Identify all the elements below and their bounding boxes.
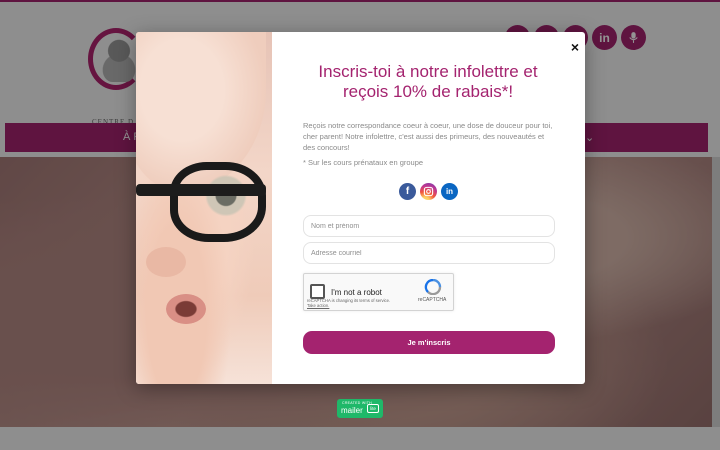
camera-glyph xyxy=(423,186,434,197)
photo-mouth xyxy=(166,294,206,324)
popup-social-links: f in xyxy=(399,183,458,200)
recaptcha-logo-icon xyxy=(424,279,442,295)
popup-description: Reçois notre correspondance coeur à coeu… xyxy=(303,121,553,152)
badge-suffix: lite xyxy=(367,404,379,413)
photo-nose xyxy=(146,247,186,277)
baby-photo xyxy=(136,32,272,384)
recaptcha-widget: I'm not a robot reCAPTCHA reCAPTCHA is c… xyxy=(303,273,454,311)
recaptcha-take-action-link[interactable]: Take action. xyxy=(307,303,329,308)
popup-note: * Sur les cours prénataux en groupe xyxy=(303,158,424,167)
name-field[interactable] xyxy=(303,215,555,237)
badge-word: mailer xyxy=(341,406,363,415)
instagram-icon[interactable] xyxy=(420,183,437,200)
recaptcha-label: I'm not a robot xyxy=(331,288,382,297)
photo-glasses xyxy=(170,162,266,242)
linkedin-icon[interactable]: in xyxy=(441,183,458,200)
close-button[interactable]: × xyxy=(568,40,582,54)
subscribe-button[interactable]: Je m'inscris xyxy=(303,331,555,354)
newsletter-popup: × Inscris-toi à notre infolettre et reço… xyxy=(136,32,585,384)
recaptcha-brand: reCAPTCHA xyxy=(418,297,447,303)
popup-title: Inscris-toi à notre infolettre et reçois… xyxy=(318,62,538,101)
recaptcha-checkbox[interactable] xyxy=(310,284,325,299)
email-field[interactable] xyxy=(303,242,555,264)
facebook-icon[interactable]: f xyxy=(399,183,416,200)
photo-glasses-frame xyxy=(136,184,266,196)
mailerlite-badge[interactable]: CREATED WITH mailer lite xyxy=(337,399,383,418)
recaptcha-notice: reCAPTCHA is changing its terms of servi… xyxy=(307,298,417,308)
